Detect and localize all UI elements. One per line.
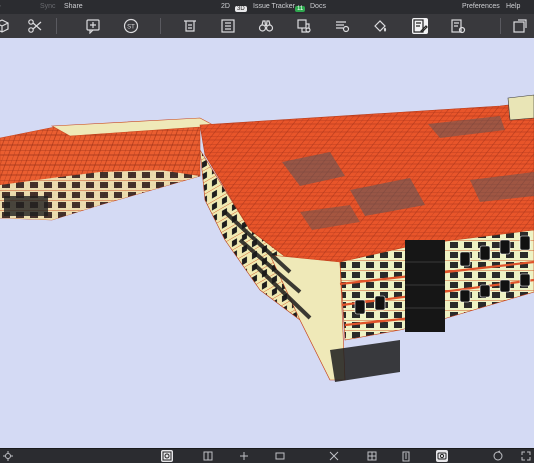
binoculars-icon[interactable] [258,18,274,34]
orbit-icon[interactable] [492,450,504,462]
scissors-icon[interactable] [27,18,43,34]
document-settings-icon[interactable] [450,18,466,34]
toolbar-separator [160,18,161,34]
menu-bar: ◦ Sync Share 2D 3D Issue Tracker 11 Docs… [0,0,534,14]
grid-icon[interactable] [366,450,378,462]
3d-viewport[interactable] [0,38,534,448]
layers-icon[interactable] [182,18,198,34]
filter-list-icon[interactable] [334,18,350,34]
view-mode-icon[interactable] [161,450,173,462]
st-icon-label: ST [127,25,135,31]
export-icon[interactable] [512,18,528,34]
fullscreen-icon[interactable] [520,450,532,462]
toolbar-separator [500,18,501,34]
walk-mode-icon[interactable] [238,450,250,462]
view-2d-button[interactable]: 2D [221,3,230,10]
settings-gear-icon[interactable] [2,450,14,462]
model-tree-icon[interactable] [296,18,312,34]
view-3d-label: 3D [235,6,247,12]
section-box-icon[interactable] [202,450,214,462]
share-menu-item[interactable]: Share [64,3,83,10]
issue-tracker-menu-item[interactable]: Issue Tracker [253,3,295,10]
issue-count: 11 [295,6,305,12]
bottom-toolbar [0,448,534,463]
docs-menu-item[interactable]: Docs [310,3,326,10]
toolbar-separator [56,18,57,34]
paint-bucket-icon[interactable] [372,18,388,34]
building-icon[interactable] [400,450,412,462]
markup-tool-icon[interactable] [412,18,428,34]
add-comment-icon[interactable] [85,18,101,34]
cube-icon[interactable] [0,18,10,34]
explode-icon[interactable] [328,450,340,462]
preferences-menu-item[interactable]: Preferences [462,3,500,10]
building-model [0,38,534,448]
measure-icon[interactable] [274,450,286,462]
st-icon[interactable]: ST [123,18,139,34]
properties-list-icon[interactable] [220,18,236,34]
help-menu-item[interactable]: Help [506,3,520,10]
sync-menu-item[interactable]: Sync [40,3,56,10]
rooftop-unit [508,95,534,120]
main-toolbar: ST [0,14,534,39]
stair-core [405,240,445,332]
camera-view-icon[interactable] [436,450,448,462]
left-wing-glazing [4,196,48,216]
